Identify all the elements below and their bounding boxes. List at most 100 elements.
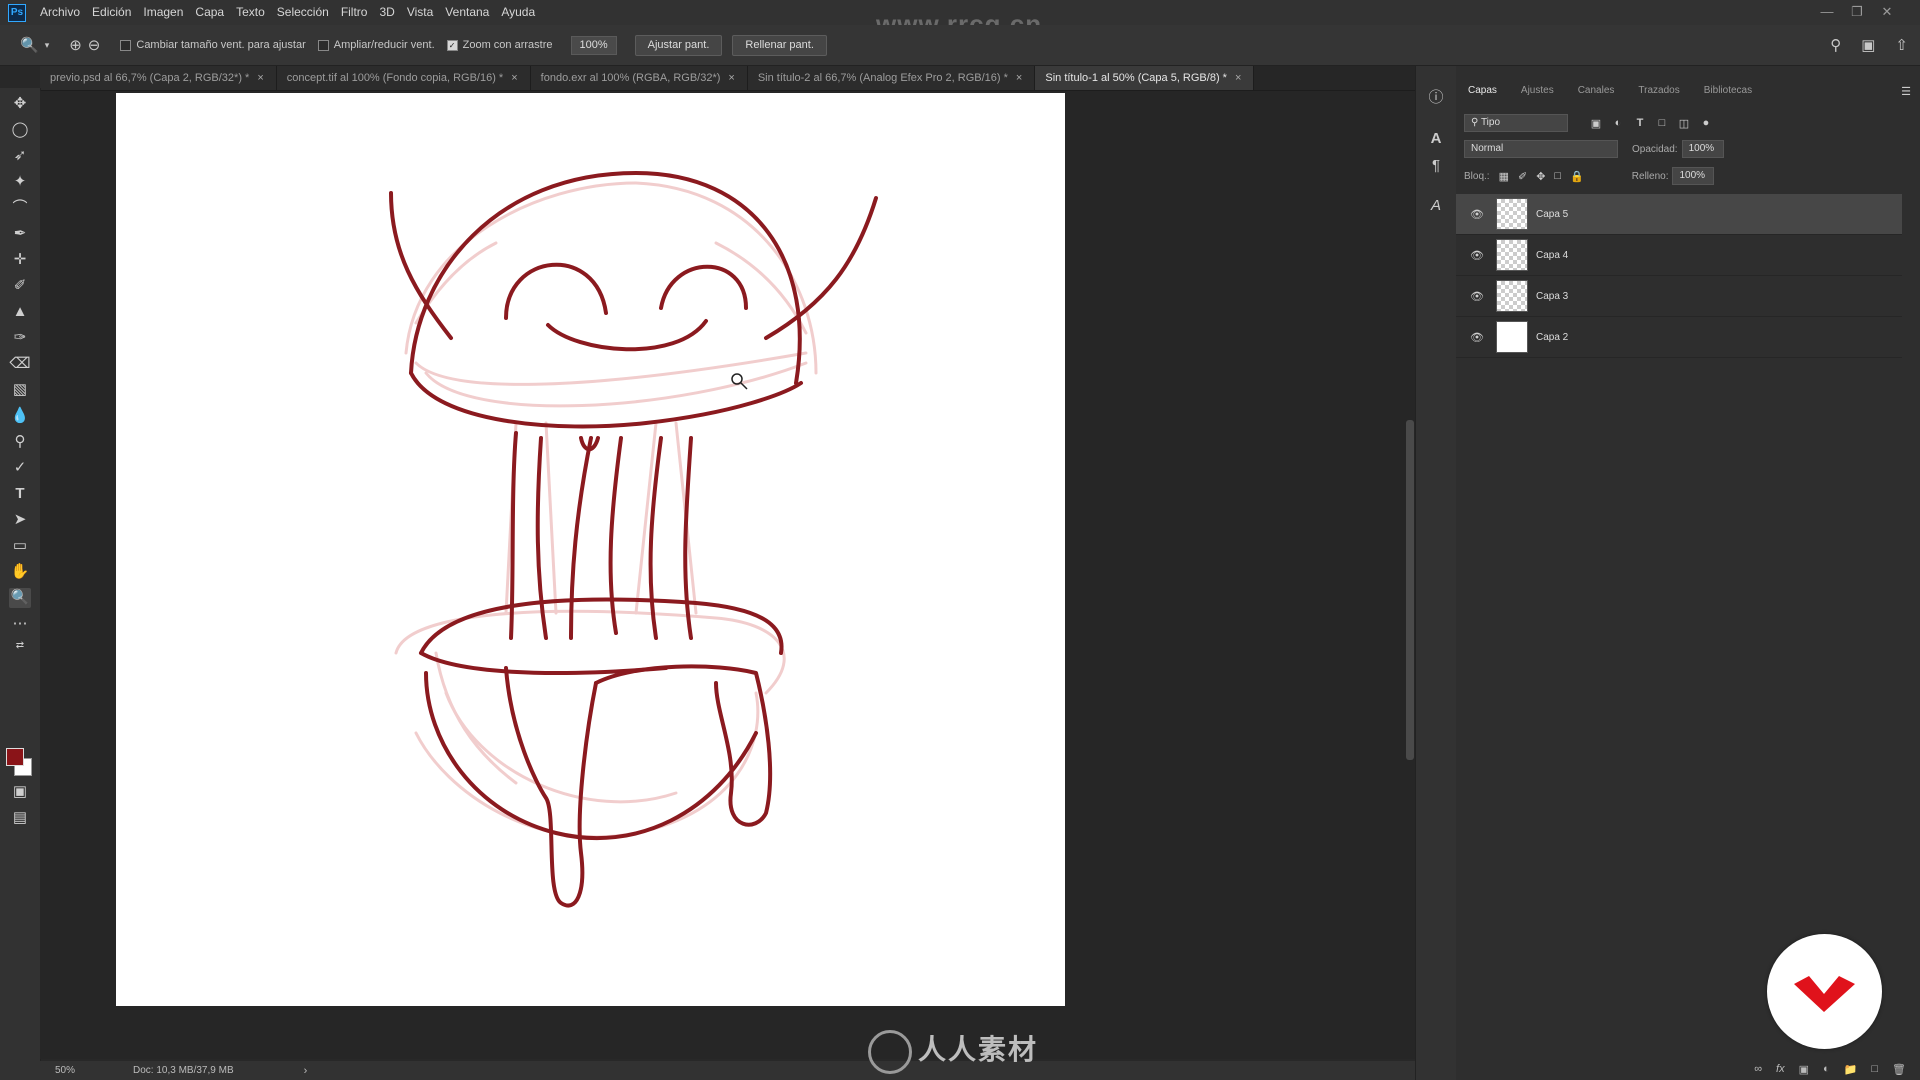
tab-concept[interactable]: concept.tif al 100% (Fondo copia, RGB/16… (276, 66, 531, 90)
menu-ayuda[interactable]: Ayuda (495, 0, 541, 25)
filter-kind-select[interactable]: ⚲ Tipo (1464, 114, 1568, 132)
foreground-color-swatch[interactable] (6, 748, 24, 766)
layer-style-icon[interactable]: fx (1776, 1063, 1785, 1075)
vertical-scrollbar-thumb[interactable] (1406, 420, 1414, 760)
lock-paint-icon[interactable]: ✐ (1518, 170, 1527, 183)
tab-canales[interactable]: Canales (1566, 80, 1627, 102)
menu-vista[interactable]: Vista (401, 0, 439, 25)
tab-ajustes[interactable]: Ajustes (1509, 80, 1566, 102)
close-icon[interactable]: × (257, 66, 263, 90)
glyphs-icon[interactable]: A (1426, 196, 1446, 216)
minimize-icon[interactable]: — (1818, 3, 1836, 21)
opacity-field[interactable]: 100% (1681, 140, 1724, 158)
visibility-eye-icon[interactable]: 👁 (1470, 249, 1484, 262)
move-tool-icon[interactable]: ✥ (9, 94, 31, 114)
tab-capas[interactable]: Capas (1456, 80, 1509, 102)
type-tool-icon[interactable]: T (9, 484, 31, 504)
path-selection-tool-icon[interactable]: ➤ (9, 510, 31, 530)
document-canvas[interactable] (116, 93, 1065, 1006)
menu-imagen[interactable]: Imagen (137, 0, 189, 25)
adjustment-filter-icon[interactable]: ◐ (1612, 117, 1624, 129)
stamp-tool-icon[interactable]: ▲ (9, 302, 31, 322)
share-icon[interactable]: ⇧ (1895, 36, 1908, 54)
history-brush-tool-icon[interactable]: ✑ (9, 328, 31, 348)
scrubby-zoom-checkbox[interactable]: ✓ Zoom con arrastre (446, 39, 553, 51)
zoom-level[interactable]: 50% (55, 1065, 75, 1076)
tab-sin-titulo-2[interactable]: Sin título-2 al 66,7% (Analog Efex Pro 2… (747, 66, 1036, 90)
smart-object-filter-icon[interactable]: ◫ (1678, 117, 1690, 130)
tab-fondo[interactable]: fondo.exr al 100% (RGBA, RGB/32*) × (530, 66, 748, 90)
lasso-tool-icon[interactable]: ➶ (9, 146, 31, 166)
pen-tool-icon[interactable]: ✓ (9, 458, 31, 478)
lock-artboard-icon[interactable]: □ (1554, 170, 1561, 182)
chevron-down-icon[interactable]: ▾ (45, 40, 50, 51)
blur-tool-icon[interactable]: 💧 (9, 406, 31, 426)
more-tools-icon[interactable]: ⋯ (9, 614, 31, 634)
marquee-tool-icon[interactable]: ◯ (9, 120, 31, 140)
zoom-in-icon[interactable]: ⊕ (69, 36, 82, 54)
eraser-tool-icon[interactable]: ⌫ (9, 354, 31, 374)
layer-row-capa-5[interactable]: 👁 Capa 5 (1456, 194, 1902, 235)
menu-3d[interactable]: 3D (373, 0, 400, 25)
fit-screen-button[interactable]: Ajustar pant. (634, 34, 723, 56)
visibility-eye-icon[interactable]: 👁 (1470, 208, 1484, 221)
layer-row-capa-3[interactable]: 👁 Capa 3 (1456, 276, 1902, 317)
brush-tool-icon[interactable]: ✐ (9, 276, 31, 296)
layer-row-capa-2[interactable]: 👁 Capa 2 (1456, 317, 1902, 358)
blend-mode-select[interactable]: Normal (1464, 140, 1618, 158)
menu-edicion[interactable]: Edición (86, 0, 137, 25)
hand-tool-icon[interactable]: ✋ (9, 562, 31, 582)
link-layers-icon[interactable]: ∞ (1754, 1063, 1762, 1075)
dodge-tool-icon[interactable]: ⚲ (9, 432, 31, 452)
close-icon[interactable]: × (511, 66, 517, 90)
paragraph-icon[interactable]: ¶ (1426, 156, 1446, 176)
new-group-icon[interactable]: 📁 (1844, 1063, 1858, 1076)
new-layer-icon[interactable]: □ (1871, 1063, 1878, 1075)
tab-sin-titulo-1[interactable]: Sin título-1 al 50% (Capa 5, RGB/8) * × (1035, 66, 1255, 90)
menu-filtro[interactable]: Filtro (335, 0, 374, 25)
lock-all-icon[interactable]: 🔒 (1570, 170, 1584, 183)
tab-bibliotecas[interactable]: Bibliotecas (1692, 80, 1764, 102)
menu-capa[interactable]: Capa (189, 0, 230, 25)
zoom-value-field[interactable]: 100% (570, 35, 617, 55)
zoom-tool-icon[interactable]: 🔍 (9, 588, 31, 608)
info-icon[interactable]: ⓘ (1426, 88, 1446, 108)
gradient-tool-icon[interactable]: ▧ (9, 380, 31, 400)
quick-mask-icon[interactable]: ▣ (9, 782, 31, 802)
character-icon[interactable]: A (1426, 129, 1446, 149)
fill-field[interactable]: 100% (1672, 167, 1715, 185)
shape-tool-icon[interactable]: ▭ (9, 536, 31, 556)
lock-transparency-icon[interactable]: ▦ (1499, 170, 1509, 183)
lock-position-icon[interactable]: ✥ (1536, 170, 1545, 183)
tab-trazados[interactable]: Trazados (1626, 80, 1691, 102)
crop-tool-icon[interactable]: ⌒ (9, 198, 31, 218)
magic-wand-tool-icon[interactable]: ✦ (9, 172, 31, 192)
screen-mode-icon[interactable]: ▤ (9, 808, 31, 828)
close-icon[interactable]: ✕ (1878, 3, 1896, 21)
delete-layer-icon[interactable]: 🗑 (1892, 1063, 1906, 1076)
menu-texto[interactable]: Texto (230, 0, 271, 25)
close-icon[interactable]: × (1235, 66, 1241, 90)
close-icon[interactable]: × (1016, 66, 1022, 90)
eyedropper-tool-icon[interactable]: ✒ (9, 224, 31, 244)
fill-screen-button[interactable]: Rellenar pant. (732, 34, 827, 56)
search-icon[interactable]: ⚲ (1830, 36, 1841, 54)
filter-toggle-icon[interactable]: ● (1700, 117, 1712, 129)
type-filter-icon[interactable]: T (1634, 117, 1646, 129)
workspace-icon[interactable]: ▣ (1861, 36, 1875, 54)
menu-ventana[interactable]: Ventana (439, 0, 495, 25)
panel-menu-icon[interactable]: ☰ (1900, 85, 1912, 98)
menu-seleccion[interactable]: Selección (271, 0, 335, 25)
zoom-tool-icon[interactable]: 🔍 (20, 36, 39, 54)
zoom-all-windows-checkbox[interactable]: Ampliar/reducir vent. (317, 39, 435, 51)
healing-brush-tool-icon[interactable]: ✛ (9, 250, 31, 270)
chevron-right-icon[interactable]: › (304, 1065, 308, 1077)
menu-archivo[interactable]: Archivo (34, 0, 86, 25)
layer-row-capa-4[interactable]: 👁 Capa 4 (1456, 235, 1902, 276)
restore-icon[interactable]: ❐ (1848, 3, 1866, 21)
shape-filter-icon[interactable]: □ (1656, 117, 1668, 129)
zoom-out-icon[interactable]: ⊖ (88, 36, 101, 54)
image-filter-icon[interactable]: ▣ (1590, 117, 1602, 130)
visibility-eye-icon[interactable]: 👁 (1470, 290, 1484, 303)
tab-previo[interactable]: previo.psd al 66,7% (Capa 2, RGB/32*) * × (40, 66, 277, 90)
